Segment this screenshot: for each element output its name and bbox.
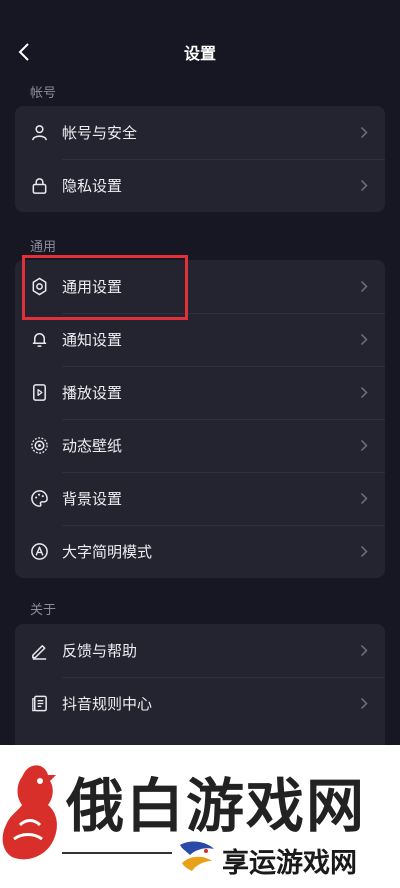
chevron-right-icon xyxy=(360,179,368,192)
chevron-right-icon xyxy=(360,333,368,346)
watermark-divider xyxy=(62,852,172,854)
bird-logo-icon xyxy=(180,841,214,871)
settings-item-dynamic-wallpaper[interactable]: 动态壁纸 xyxy=(15,419,385,472)
highlight-box xyxy=(22,255,188,320)
chevron-right-icon xyxy=(360,439,368,452)
watermark-main-text: 俄白游戏网 xyxy=(66,772,367,840)
settings-item-label: 通知设置 xyxy=(62,331,123,349)
chevron-right-icon xyxy=(360,492,368,505)
watermark-banner: 俄白游戏网 享运游戏网 xyxy=(0,745,400,888)
settings-item-label: 抖音规则中心 xyxy=(62,695,153,713)
chevron-right-icon xyxy=(360,280,368,293)
section-label-general: 通用 xyxy=(30,240,57,255)
large-font-icon xyxy=(31,543,48,560)
dynamic-wallpaper-icon xyxy=(31,437,48,454)
rules-doc-icon xyxy=(32,695,47,712)
chevron-right-icon xyxy=(360,644,368,657)
settings-item-account-security[interactable]: 帐号与安全 xyxy=(15,106,385,159)
settings-item-privacy[interactable]: 隐私设置 xyxy=(15,159,385,212)
settings-item-label: 背景设置 xyxy=(62,490,123,508)
chevron-right-icon xyxy=(360,126,368,139)
section-label-about: 关于 xyxy=(30,603,57,618)
settings-item-notifications[interactable]: 通知设置 xyxy=(15,313,385,366)
settings-item-background[interactable]: 背景设置 xyxy=(15,472,385,525)
section-card-account: 帐号与安全 隐私设置 xyxy=(15,106,385,212)
settings-item-label: 播放设置 xyxy=(62,384,123,402)
palette-icon xyxy=(31,490,48,507)
pencil-icon xyxy=(32,644,47,660)
settings-item-label: 隐私设置 xyxy=(62,177,123,195)
settings-item-playback[interactable]: 播放设置 xyxy=(15,366,385,419)
lock-icon xyxy=(32,178,47,194)
section-card-about: 反馈与帮助 抖音规则中心 xyxy=(15,624,385,754)
settings-item-large-font-mode[interactable]: 大字简明模式 xyxy=(15,525,385,578)
section-label-account: 帐号 xyxy=(30,86,57,101)
person-icon xyxy=(32,125,47,141)
play-settings-icon xyxy=(33,384,46,401)
settings-item-feedback[interactable]: 反馈与帮助 xyxy=(15,624,385,677)
header: 设置 xyxy=(0,0,400,104)
rooster-logo-icon xyxy=(2,765,57,860)
watermark-sub-text: 享运游戏网 xyxy=(222,848,357,879)
bell-icon xyxy=(32,333,47,347)
chevron-right-icon xyxy=(360,545,368,558)
page-title: 设置 xyxy=(183,44,216,63)
settings-item-rules-center[interactable]: 抖音规则中心 xyxy=(15,677,385,730)
settings-item-label: 大字简明模式 xyxy=(62,543,153,561)
chevron-right-icon xyxy=(360,386,368,399)
chevron-right-icon xyxy=(360,697,368,710)
settings-item-label: 帐号与安全 xyxy=(62,124,138,142)
settings-item-label: 反馈与帮助 xyxy=(62,642,138,660)
settings-item-label: 动态壁纸 xyxy=(62,437,123,455)
